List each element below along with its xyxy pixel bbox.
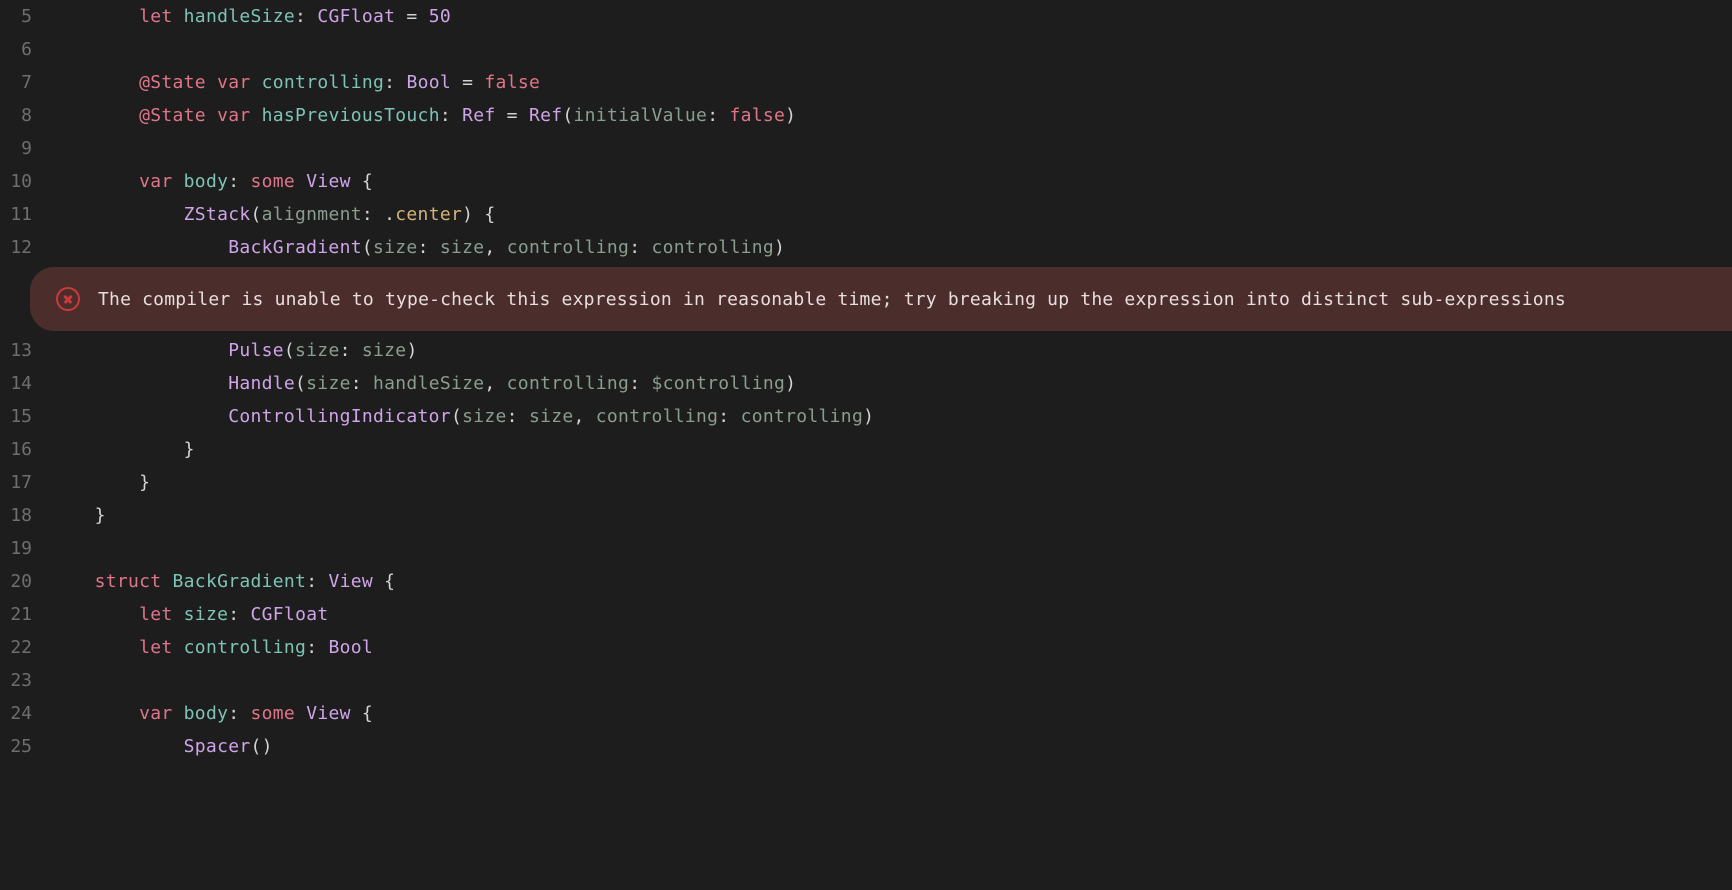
- code-line[interactable]: 7 @State var controlling: Bool = false: [0, 66, 1732, 99]
- line-number: 16: [0, 439, 50, 460]
- line-number: 5: [0, 6, 50, 27]
- code-line[interactable]: 8 @State var hasPreviousTouch: Ref = Ref…: [0, 99, 1732, 132]
- line-number: 8: [0, 105, 50, 126]
- line-number: 25: [0, 736, 50, 757]
- code-content[interactable]: var body: some View {: [50, 171, 1732, 192]
- line-number: 14: [0, 373, 50, 394]
- code-content[interactable]: var body: some View {: [50, 703, 1732, 724]
- line-number: 6: [0, 39, 50, 60]
- code-content[interactable]: ControllingIndicator(size: size, control…: [50, 406, 1732, 427]
- code-content[interactable]: Pulse(size: size): [50, 340, 1732, 361]
- code-content[interactable]: @State var controlling: Bool = false: [50, 72, 1732, 93]
- code-line[interactable]: 11 ZStack(alignment: .center) {: [0, 198, 1732, 231]
- code-line[interactable]: 10 var body: some View {: [0, 165, 1732, 198]
- error-banner[interactable]: The compiler is unable to type-check thi…: [30, 267, 1732, 331]
- code-content[interactable]: BackGradient(size: size, controlling: co…: [50, 237, 1732, 258]
- code-content[interactable]: struct BackGradient: View {: [50, 571, 1732, 592]
- line-number: 24: [0, 703, 50, 724]
- code-line[interactable]: 16 }: [0, 433, 1732, 466]
- line-number: 19: [0, 538, 50, 559]
- code-content[interactable]: }: [50, 472, 1732, 493]
- code-content[interactable]: @State var hasPreviousTouch: Ref = Ref(i…: [50, 105, 1732, 126]
- line-number: 12: [0, 237, 50, 258]
- line-number: 18: [0, 505, 50, 526]
- line-number: 7: [0, 72, 50, 93]
- line-number: 20: [0, 571, 50, 592]
- line-number: 22: [0, 637, 50, 658]
- code-line[interactable]: 5 let handleSize: CGFloat = 50: [0, 0, 1732, 33]
- error-icon: [56, 287, 80, 311]
- code-line[interactable]: 17 }: [0, 466, 1732, 499]
- code-line[interactable]: 20 struct BackGradient: View {: [0, 565, 1732, 598]
- code-line[interactable]: 21 let size: CGFloat: [0, 598, 1732, 631]
- code-line[interactable]: 19: [0, 532, 1732, 565]
- line-number: 9: [0, 138, 50, 159]
- code-content[interactable]: Spacer(): [50, 736, 1732, 757]
- code-content[interactable]: }: [50, 505, 1732, 526]
- code-line[interactable]: 23: [0, 664, 1732, 697]
- line-number: 15: [0, 406, 50, 427]
- code-content[interactable]: let size: CGFloat: [50, 604, 1732, 625]
- code-editor[interactable]: 5 let handleSize: CGFloat = 5067 @State …: [0, 0, 1732, 763]
- code-content[interactable]: Handle(size: handleSize, controlling: $c…: [50, 373, 1732, 394]
- line-number: 13: [0, 340, 50, 361]
- code-content[interactable]: let controlling: Bool: [50, 637, 1732, 658]
- code-line[interactable]: 14 Handle(size: handleSize, controlling:…: [0, 367, 1732, 400]
- code-line[interactable]: 22 let controlling: Bool: [0, 631, 1732, 664]
- line-number: 23: [0, 670, 50, 691]
- code-line[interactable]: 13 Pulse(size: size): [0, 334, 1732, 367]
- line-number: 10: [0, 171, 50, 192]
- error-message: The compiler is unable to type-check thi…: [98, 289, 1566, 310]
- code-line[interactable]: 24 var body: some View {: [0, 697, 1732, 730]
- code-line[interactable]: 25 Spacer(): [0, 730, 1732, 763]
- line-number: 11: [0, 204, 50, 225]
- code-content[interactable]: ZStack(alignment: .center) {: [50, 204, 1732, 225]
- code-line[interactable]: 18 }: [0, 499, 1732, 532]
- code-line[interactable]: 12 BackGradient(size: size, controlling:…: [0, 231, 1732, 264]
- code-line[interactable]: 6: [0, 33, 1732, 66]
- code-content[interactable]: let handleSize: CGFloat = 50: [50, 6, 1732, 27]
- code-line[interactable]: 9: [0, 132, 1732, 165]
- line-number: 17: [0, 472, 50, 493]
- code-line[interactable]: 15 ControllingIndicator(size: size, cont…: [0, 400, 1732, 433]
- code-content[interactable]: }: [50, 439, 1732, 460]
- line-number: 21: [0, 604, 50, 625]
